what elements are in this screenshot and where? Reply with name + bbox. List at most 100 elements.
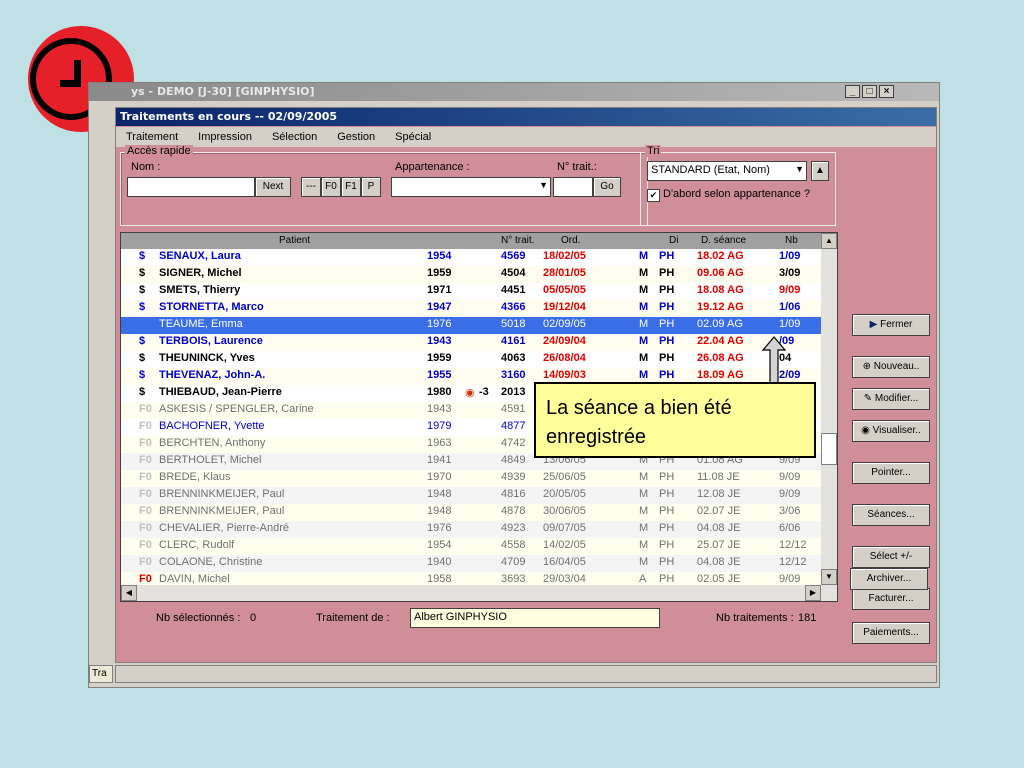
col-header-patient[interactable]: Patient xyxy=(279,235,310,246)
cell-flag: F0 xyxy=(139,420,152,432)
table-row[interactable]: $ STORNETTA, Marco 1947 4366 19/12/04 M PH 19.1… xyxy=(121,300,821,317)
cell-g: M xyxy=(639,488,649,500)
pointer-button[interactable]: Pointer... xyxy=(852,462,930,484)
cell-year: 1948 xyxy=(427,488,452,500)
cell-ord: 25/06/05 xyxy=(543,471,586,483)
table-row[interactable]: F0 CHEVALIER, Pierre-André 1976 4923 09/07/0… xyxy=(121,521,821,538)
minimize-button[interactable]: _ xyxy=(845,85,860,98)
maximize-button[interactable]: □ xyxy=(862,85,877,98)
menu-special[interactable]: Spécial xyxy=(385,127,441,147)
cell-di: PH xyxy=(659,284,675,296)
cell-seance: 26.08 AG xyxy=(697,352,744,364)
paiements-button[interactable]: Paiements... xyxy=(852,622,930,644)
appartenance-checkbox[interactable]: ✔ xyxy=(647,189,660,202)
dropdown-arrow-icon: ▼ xyxy=(539,180,548,190)
f0-button[interactable]: F0 xyxy=(321,177,341,197)
table-row[interactable]: F0 BREDE, Klaus 1970 4939 25/06/05 M PH 11.08 J… xyxy=(121,470,821,487)
traitement-de-field[interactable]: Albert GINPHYSIO xyxy=(410,608,660,628)
select-plus-minus-button[interactable]: Sélect +/- xyxy=(852,546,930,568)
cell-flag: $ xyxy=(139,352,146,364)
appartenance-select[interactable]: ▼ xyxy=(391,177,551,197)
archiver-button[interactable]: Archiver... xyxy=(850,568,928,590)
table-row[interactable]: $ SIGNER, Michel 1959 4504 28/01/05 M PH 09.06 … xyxy=(121,266,821,283)
cell-di: PH xyxy=(659,352,675,364)
scroll-up-icon[interactable]: ▲ xyxy=(821,233,837,249)
cell-year: 1976 xyxy=(427,522,452,534)
nouveau-button[interactable]: ⊕ Nouveau.. xyxy=(852,356,930,378)
scroll-right-icon[interactable]: ▶ xyxy=(805,585,821,601)
ntrait-input[interactable] xyxy=(553,177,593,197)
horizontal-scrollbar[interactable]: ◀ ▶ xyxy=(121,585,821,601)
tri-select[interactable]: STANDARD (Etat, Nom) ▼ xyxy=(647,161,807,181)
cell-flag: F0 xyxy=(139,539,152,551)
cell-flag: F0 xyxy=(139,505,152,517)
cell-seance: 18.08 AG xyxy=(697,284,744,296)
col-header-seance[interactable]: D. séance xyxy=(701,235,746,246)
table-row[interactable]: $ TERBOIS, Laurence 1943 4161 24/09/04 M PH 22.… xyxy=(121,334,821,351)
app-window-controls: _ □ × xyxy=(845,85,894,98)
menu-selection[interactable]: Sélection xyxy=(262,127,327,147)
cell-nb: 9/09 xyxy=(779,488,801,500)
next-button[interactable]: Next xyxy=(255,177,291,197)
table-row[interactable]: $ SENAUX, Laura 1954 4569 18/02/05 M PH 18.02 A… xyxy=(121,249,821,266)
close-button[interactable]: × xyxy=(879,85,894,98)
cell-g: A xyxy=(639,573,647,585)
nom-input[interactable] xyxy=(127,177,255,197)
new-icon: ⊕ xyxy=(862,361,874,372)
cell-flag: $ xyxy=(139,267,146,279)
fermer-button[interactable]: ▶ Fermer xyxy=(852,314,930,336)
table-row[interactable]: F0 COLAONE, Christine 1940 4709 16/04/05 M PH 0… xyxy=(121,555,821,572)
cell-g: M xyxy=(639,522,649,534)
dash-button[interactable]: --- xyxy=(301,177,321,197)
cell-num: 4591 xyxy=(501,403,526,415)
status-tab[interactable]: Tra xyxy=(89,665,113,683)
table-row[interactable]: TEAUME, Emma 1976 5018 02/09/05 M PH 02.09 AG 1… xyxy=(121,317,821,334)
cell-num: 3160 xyxy=(501,369,526,381)
cell-ord: 16/04/05 xyxy=(543,556,586,568)
cell-di: PH xyxy=(659,505,675,517)
scroll-thumb[interactable] xyxy=(821,433,837,465)
scroll-down-icon[interactable]: ▼ xyxy=(821,569,837,585)
scroll-left-icon[interactable]: ◀ xyxy=(121,585,137,601)
visualiser-label: Visualiser.. xyxy=(872,425,921,436)
menu-impression[interactable]: Impression xyxy=(188,127,262,147)
cell-g: M xyxy=(639,318,649,330)
menu-traitement[interactable]: Traitement xyxy=(116,127,188,147)
table-row[interactable]: F0 CLERC, Rudolf 1954 4558 14/02/05 M PH 25.07 … xyxy=(121,538,821,555)
cell-patient: CHEVALIER, Pierre-André xyxy=(159,522,290,534)
table-row[interactable]: $ SMETS, Thierry 1971 4451 05/05/05 M PH 18.08 … xyxy=(121,283,821,300)
table-footer: Nb sélectionnés : 0 Traitement de : Albe… xyxy=(120,604,838,634)
go-button[interactable]: Go xyxy=(593,177,621,197)
menu-gestion[interactable]: Gestion xyxy=(327,127,385,147)
cell-g: M xyxy=(639,505,649,517)
vertical-scrollbar[interactable]: ▲ ▼ xyxy=(821,233,837,601)
cell-seance: 19.12 AG xyxy=(697,301,744,313)
table-row[interactable]: F0 BRENNINKMEIJER, Paul 1948 4816 20/05/05 M P… xyxy=(121,487,821,504)
acces-rapide-group: Accès rapide Nom : Next --- F0 F1 P Appa… xyxy=(120,145,648,226)
cell-g: M xyxy=(639,335,649,347)
col-header-di[interactable]: Di xyxy=(669,235,678,246)
col-header-ntrait[interactable]: N° trait. xyxy=(501,235,534,246)
col-header-ord[interactable]: Ord. xyxy=(561,235,580,246)
cell-year: 1970 xyxy=(427,471,452,483)
modifier-button[interactable]: ✎ Modifier... xyxy=(852,388,930,410)
visualiser-button[interactable]: ◉ Visualiser.. xyxy=(852,420,930,442)
cell-di: PH xyxy=(659,250,675,262)
col-header-nb[interactable]: Nb xyxy=(785,235,798,246)
cell-nb: 6/06 xyxy=(779,522,801,534)
p-button[interactable]: P xyxy=(361,177,381,197)
f1-button[interactable]: F1 xyxy=(341,177,361,197)
cell-num: 2013 xyxy=(501,386,526,398)
seances-button[interactable]: Séances... xyxy=(852,504,930,526)
clock-minute-hand xyxy=(60,80,81,87)
cell-num: 4558 xyxy=(501,539,526,551)
facturer-button[interactable]: Facturer... xyxy=(852,588,930,610)
sort-direction-icon[interactable]: ▲ xyxy=(811,161,829,181)
cell-year: 1948 xyxy=(427,505,452,517)
cell-patient: TEAUME, Emma xyxy=(159,318,243,330)
cell-flag: F0 xyxy=(139,488,152,500)
table-row[interactable]: $ THEUNINCK, Yves 1959 4063 26/08/04 M PH 26.08… xyxy=(121,351,821,368)
modifier-label: Modifier... xyxy=(874,393,919,404)
app-title-bar: ys - DEMO [J-30] [GINPHYSIO] xyxy=(89,83,939,101)
table-row[interactable]: F0 BRENNINKMEIJER, Paul 1948 4878 30/06/05 M P… xyxy=(121,504,821,521)
